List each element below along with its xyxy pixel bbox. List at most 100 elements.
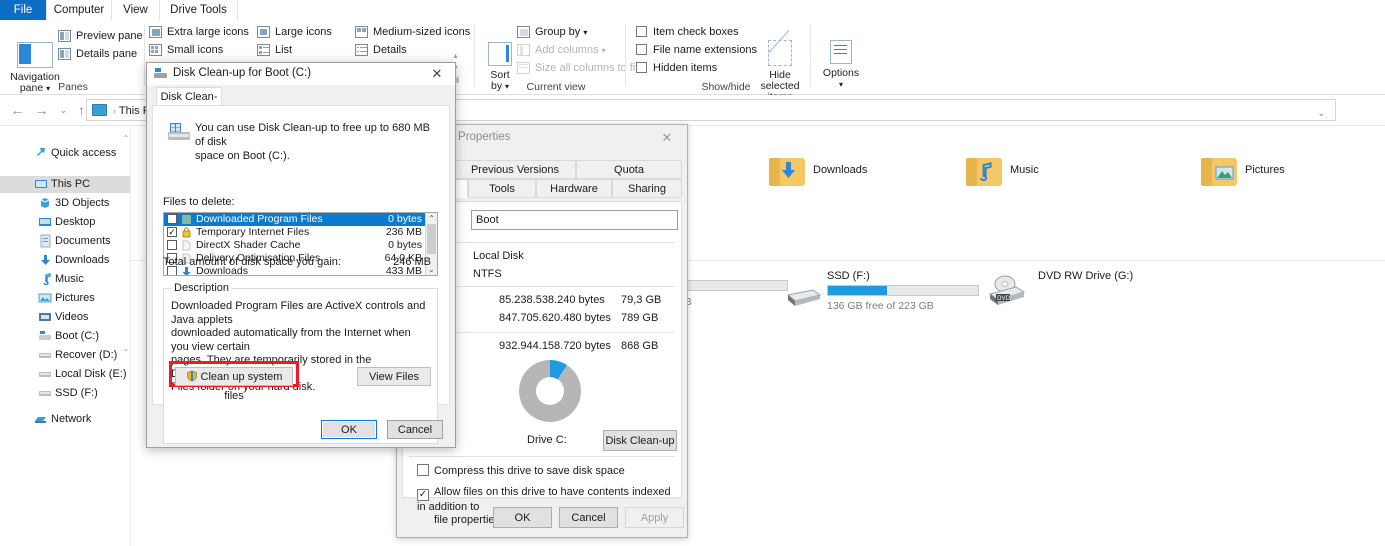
- options-button[interactable]: Options ▾: [817, 40, 865, 90]
- folder-item-pictures[interactable]: Pictures: [1193, 152, 1373, 212]
- scroll-up-icon[interactable]: ⌃: [426, 213, 437, 224]
- navigation-pane-scrollbar[interactable]: ⌃ ⌄: [122, 126, 130, 546]
- used-space-gb: 79,3 GB: [621, 294, 661, 306]
- medium-icons-button[interactable]: Medium-sized icons: [355, 24, 470, 41]
- preview-pane-button[interactable]: Preview pane: [58, 28, 143, 45]
- sidebar-item-music[interactable]: Music: [0, 271, 130, 288]
- list-button[interactable]: List: [257, 42, 292, 59]
- group-by-label: Group by: [535, 26, 580, 38]
- 3d-objects-icon: [38, 196, 52, 210]
- small-icons-button[interactable]: Small icons: [149, 42, 223, 59]
- row-checkbox[interactable]: [167, 214, 177, 224]
- drive-free-space: 136 GB free of 223 GB: [827, 300, 934, 312]
- details-label: Details: [373, 44, 407, 56]
- item-check-boxes-checkbox[interactable]: [636, 26, 647, 37]
- hidden-items-option[interactable]: Hidden items: [636, 60, 717, 77]
- tab-computer[interactable]: Computer: [46, 0, 112, 20]
- sidebar-item-desktop[interactable]: Desktop: [0, 214, 130, 231]
- hidden-items-label: Hidden items: [653, 62, 717, 74]
- folder-item-downloads[interactable]: Downloads: [761, 152, 941, 212]
- layout-scroll-up-icon[interactable]: ▴: [450, 50, 461, 61]
- file-name-extensions-checkbox[interactable]: [636, 44, 647, 55]
- hidden-items-checkbox[interactable]: [636, 62, 647, 73]
- size-all-columns-button[interactable]: Size all columns to fit: [517, 60, 638, 77]
- tab-view[interactable]: View: [112, 0, 160, 20]
- drive-icon: [38, 348, 52, 362]
- details-button[interactable]: Details: [355, 42, 407, 59]
- folder-label: Pictures: [1245, 164, 1285, 176]
- breadcrumb[interactable]: › This P: [113, 103, 150, 119]
- volume-label-input[interactable]: Boot: [471, 210, 678, 230]
- cleanup-title: Disk Clean-up for Boot (C:): [173, 67, 311, 79]
- current-view-group-label: Current view: [501, 81, 611, 93]
- disk-cleanup-button[interactable]: Disk Clean-up: [603, 430, 677, 451]
- sidebar-item-pictures[interactable]: Pictures: [0, 290, 130, 307]
- recent-locations-button[interactable]: ⌄: [54, 101, 73, 120]
- tab-file[interactable]: File: [0, 0, 46, 20]
- sidebar-item-quick-access[interactable]: Quick access: [0, 145, 130, 162]
- extra-large-icons-button[interactable]: Extra large icons: [149, 24, 249, 41]
- sidebar-item-network[interactable]: Network: [0, 411, 130, 428]
- add-columns-button[interactable]: Add columns ▾: [517, 42, 606, 59]
- scrollbar-thumb[interactable]: [427, 224, 436, 254]
- row-checkbox[interactable]: ✓: [167, 227, 177, 237]
- scroll-up-icon[interactable]: ⌃: [122, 134, 130, 144]
- close-icon[interactable]: ✕: [653, 129, 681, 147]
- list-item[interactable]: Downloaded Program Files 0 bytes: [164, 213, 426, 226]
- tab-sharing[interactable]: Sharing: [612, 179, 682, 198]
- sidebar-item-videos[interactable]: Videos: [0, 309, 130, 326]
- forward-button[interactable]: →: [32, 101, 51, 120]
- sidebar-label: Boot (C:): [55, 328, 99, 345]
- tab-disk-cleanup[interactable]: Disk Clean-up: [156, 87, 222, 106]
- sidebar-item-local-disk-e[interactable]: Local Disk (E:): [0, 366, 130, 383]
- back-button[interactable]: ←: [8, 101, 27, 120]
- properties-cancel-button[interactable]: Cancel: [559, 507, 618, 528]
- drive-item-dvd-g[interactable]: DVD DVD RW Drive (G:): [986, 266, 1186, 326]
- hide-selected-items-button[interactable]: Hide selected items: [750, 40, 810, 103]
- this-pc-icon: [34, 177, 48, 191]
- group-by-button[interactable]: Group by ▾: [517, 24, 587, 41]
- cleanup-cancel-button[interactable]: Cancel: [387, 420, 443, 439]
- drive-name: DVD RW Drive (G:): [1038, 270, 1133, 282]
- scroll-down-icon[interactable]: ⌄: [122, 344, 130, 354]
- item-check-boxes-option[interactable]: Item check boxes: [636, 24, 739, 41]
- row-checkbox[interactable]: [167, 240, 177, 250]
- tab-hardware[interactable]: Hardware: [536, 179, 612, 198]
- sidebar-item-downloads[interactable]: Downloads: [0, 252, 130, 269]
- tab-tools[interactable]: Tools: [468, 179, 536, 198]
- file-icon: [181, 240, 192, 251]
- chevron-down-icon[interactable]: ⌄: [1317, 108, 1325, 119]
- clean-up-system-files-button[interactable]: Clean up system files: [175, 367, 293, 386]
- options-chevron-down-icon[interactable]: ▾: [817, 79, 865, 90]
- sidebar-label: Videos: [55, 309, 88, 326]
- large-icons-button[interactable]: Large icons: [257, 24, 332, 41]
- properties-ok-button[interactable]: OK: [493, 507, 552, 528]
- add-columns-icon: [517, 44, 530, 56]
- list-item[interactable]: DirectX Shader Cache 0 bytes: [164, 239, 426, 252]
- sidebar-item-3d-objects[interactable]: 3D Objects: [0, 195, 130, 212]
- view-files-button[interactable]: View Files: [357, 367, 431, 386]
- extra-large-icons-icon: [149, 26, 162, 38]
- folder-item-music[interactable]: Music: [958, 152, 1138, 212]
- compress-drive-option[interactable]: Compress this drive to save disk space: [417, 464, 673, 478]
- drive-item-ssd-f[interactable]: SSD (F:) 136 GB free of 223 GB: [779, 270, 979, 330]
- hide-selected-items-icon: [768, 40, 792, 66]
- tab-drive-tools[interactable]: Drive Tools: [160, 0, 238, 20]
- sidebar-item-documents[interactable]: Documents: [0, 233, 130, 250]
- details-pane-button[interactable]: Details pane: [58, 46, 137, 63]
- close-icon[interactable]: ✕: [423, 65, 451, 83]
- sidebar-item-this-pc[interactable]: This PC: [0, 176, 130, 193]
- properties-apply-button[interactable]: Apply: [625, 507, 684, 528]
- sidebar-item-ssd-f[interactable]: SSD (F:): [0, 385, 130, 402]
- sidebar-item-boot-c[interactable]: Boot (C:): [0, 328, 130, 345]
- cleanup-titlebar[interactable]: Disk Clean-up for Boot (C:) ✕: [147, 63, 455, 85]
- list-item[interactable]: ✓ Temporary Internet Files 236 MB: [164, 226, 426, 239]
- cleanup-ok-button[interactable]: OK: [321, 420, 377, 439]
- tab-previous-versions[interactable]: Previous Versions: [454, 160, 576, 179]
- index-contents-checkbox[interactable]: ✓: [417, 489, 429, 501]
- sort-by-icon: [488, 42, 512, 66]
- compress-drive-checkbox[interactable]: [417, 464, 429, 476]
- tab-quota[interactable]: Quota: [576, 160, 682, 179]
- sidebar-item-recover-d[interactable]: Recover (D:): [0, 347, 130, 364]
- file-name-extensions-option[interactable]: File name extensions: [636, 42, 757, 59]
